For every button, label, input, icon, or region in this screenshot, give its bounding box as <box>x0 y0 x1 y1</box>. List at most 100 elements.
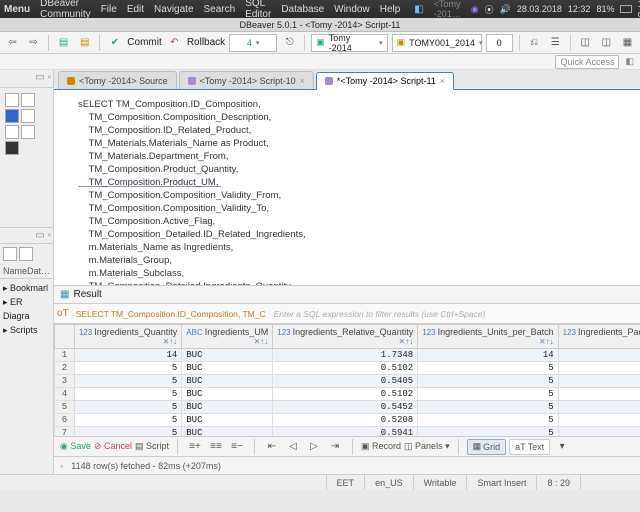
nav-prev-icon[interactable]: ◁ <box>284 438 302 456</box>
nav-first-icon[interactable]: ⇤ <box>263 438 281 456</box>
table-row[interactable]: 65BUC0.520851 <box>55 414 640 427</box>
palette-sw[interactable] <box>19 247 33 261</box>
panels-button[interactable]: ◫ Panels ▾ <box>404 441 450 452</box>
text-view-button[interactable]: aT Text <box>509 439 550 455</box>
nav-back-icon[interactable]: ⇦ <box>4 34 21 52</box>
palette-sw[interactable] <box>5 141 19 155</box>
view-min-icon[interactable]: ▭ ▫ <box>35 230 51 241</box>
view-chev-icon[interactable]: ▾ <box>553 438 571 456</box>
quick-access[interactable]: Quick Access <box>555 55 619 69</box>
tx-icon[interactable]: ⎋ <box>281 34 298 52</box>
result-tab[interactable]: Result <box>73 289 101 300</box>
col-header[interactable]: 123Ingredients_Relative_Quantity⨯↑↓ <box>273 325 418 349</box>
cancel-button[interactable]: ⊘ Cancel <box>94 441 132 452</box>
tool1-icon[interactable]: ⎌ <box>526 34 543 52</box>
palette-sw[interactable] <box>5 125 19 139</box>
os-menubar: Menu DBeaver Community File Edit Navigat… <box>0 0 640 18</box>
menu-edit[interactable]: Edit <box>127 4 144 15</box>
script-button[interactable]: ▤ Script <box>135 441 169 452</box>
editor-tabstrip: <Tomy -2014> Source <Tomy -2014> Script-… <box>54 70 640 90</box>
palette-sw[interactable] <box>21 109 35 123</box>
filter-bar: oT SELECT TM_Composition.ID_Composition,… <box>54 304 640 324</box>
nav-next-icon[interactable]: ▷ <box>305 438 323 456</box>
table-row[interactable]: 35BUC0.540551 <box>55 375 640 388</box>
menu-window[interactable]: Window <box>334 4 370 15</box>
tray-wifi-icon[interactable]: ⦿ <box>485 3 494 16</box>
status-mode: Writable <box>413 475 467 490</box>
tree-erdiagrams[interactable]: ▸ ER Diagra <box>3 295 50 323</box>
table-row[interactable]: 25BUC0.510251 <box>55 362 640 375</box>
col-header[interactable]: ABCIngredients_UM⨯↑↓ <box>182 325 273 349</box>
tray-viber-icon[interactable]: ◉ <box>471 4 479 15</box>
menu-database[interactable]: Database <box>281 4 324 15</box>
nav-fwd-icon[interactable]: ⇨ <box>25 34 42 52</box>
project-tree[interactable]: ▸ Bookmarl ▸ ER Diagra ▸ Scripts <box>0 279 53 339</box>
view-min-icon[interactable]: ▭ ▫ <box>35 72 51 83</box>
palette-sw[interactable] <box>5 93 19 107</box>
select-expression[interactable]: SELECT TM_Composition.ID_Composition, TM… <box>72 309 270 319</box>
rollback-label[interactable]: Rollback <box>187 37 225 48</box>
status-ok-icon: ◦ <box>60 461 63 471</box>
result-tabbar: ▦ Result ▤ Log ▤ Output <box>54 286 640 304</box>
grid-view-button[interactable]: ▦ Grid <box>467 439 507 455</box>
tool3-icon[interactable]: ◫ <box>577 34 594 52</box>
new-conn-icon[interactable]: ▤ <box>55 34 72 52</box>
status-tz: EET <box>326 475 365 490</box>
connection-combo[interactable]: ▣Tomy -2014▾ <box>311 34 387 52</box>
nav-last-icon[interactable]: ⇥ <box>326 438 344 456</box>
status-cursor-pos: 8 : 29 <box>536 475 580 490</box>
palette-sw[interactable] <box>21 93 35 107</box>
limit-spin[interactable]: 0 <box>486 34 513 52</box>
tool4-icon[interactable]: ◫ <box>598 34 615 52</box>
os-brand[interactable]: Menu <box>4 4 30 15</box>
perspective-icon[interactable]: ◧ <box>625 56 634 67</box>
status-locale: en_US <box>364 475 413 490</box>
autocommit-combo[interactable]: 4▾ <box>229 34 277 52</box>
col-header[interactable]: 123Ingredients_Packaging⨯↑↓ <box>558 325 640 349</box>
tab-source[interactable]: <Tomy -2014> Source <box>58 71 177 89</box>
result-grid[interactable]: 123Ingredients_Quantity⨯↑↓ABCIngredients… <box>54 324 640 436</box>
tree-bookmarks[interactable]: ▸ Bookmarl <box>3 281 50 295</box>
close-icon[interactable]: × <box>440 76 445 86</box>
menu-help[interactable]: Help <box>380 4 401 15</box>
tab-script11[interactable]: *<Tomy -2014> Script-11× <box>316 72 454 90</box>
save-button[interactable]: ◉ Save <box>60 441 91 452</box>
table-row[interactable]: 55BUC0.545251 <box>55 401 640 414</box>
database-combo[interactable]: ▣TOMY001_2014▾ <box>392 34 482 52</box>
close-icon[interactable]: × <box>300 76 305 86</box>
palette-sw[interactable] <box>21 125 35 139</box>
table-row[interactable]: 45BUC0.510251 <box>55 388 640 401</box>
menu-sqleditor[interactable]: SQL Editor <box>245 0 271 20</box>
tab-script10[interactable]: <Tomy -2014> Script-10× <box>179 71 314 89</box>
palette-sw[interactable] <box>3 247 17 261</box>
record-button[interactable]: ▣ Record <box>361 441 401 452</box>
palette-sw[interactable] <box>5 109 19 123</box>
tray-vol-icon[interactable]: 🔊 <box>500 4 511 15</box>
menu-navigate[interactable]: Navigate <box>154 4 193 15</box>
filter-input[interactable]: Enter a SQL expression to filter results… <box>270 309 640 319</box>
status-insert: Smart Insert <box>466 475 536 490</box>
tool5-icon[interactable]: ▦ <box>619 34 636 52</box>
table-row[interactable]: 75BUC0.594151 <box>55 427 640 437</box>
edit-del-icon[interactable]: ≡− <box>228 438 246 456</box>
col-header[interactable]: 123Ingredients_Quantity⨯↑↓ <box>74 325 181 349</box>
left-sidebar: ▭ ▫ ▭ ▫ NameDat… ▸ Bookmarl ▸ ER Diagra … <box>0 70 54 474</box>
sql-editor[interactable]: sELECT TM_Composition.ID_Composition, TM… <box>54 90 640 286</box>
commit-label[interactable]: Commit <box>127 37 161 48</box>
new-sql-icon[interactable]: ▤ <box>76 34 93 52</box>
grid-footer: ◉ Save ⊘ Cancel ▤ Script ≡+ ≡≡ ≡− ⇤ ◁ ▷ … <box>54 436 640 456</box>
edit-dup-icon[interactable]: ≡≡ <box>207 438 225 456</box>
table-row[interactable]: 114BUC1.7348141 <box>55 349 640 362</box>
window-title: DBeaver 5.0.1 - <Tomy -2014> Script-11 <box>0 18 640 32</box>
tree-scripts[interactable]: ▸ Scripts <box>3 323 50 337</box>
rollback-icon[interactable]: ↶ <box>166 34 183 52</box>
menu-search[interactable]: Search <box>204 4 236 15</box>
tool2-icon[interactable]: ☰ <box>547 34 564 52</box>
edit-add-icon[interactable]: ≡+ <box>186 438 204 456</box>
menu-app[interactable]: DBeaver Community <box>40 0 91 20</box>
commit-icon[interactable]: ✔ <box>106 34 123 52</box>
menu-file[interactable]: File <box>101 4 117 15</box>
dbeaver-icon: ◧ <box>414 4 423 15</box>
col-header[interactable]: 123Ingredients_Units_per_Batch⨯↑↓ <box>418 325 558 349</box>
app-statusbar: EET en_US Writable Smart Insert 8 : 29 <box>0 474 640 490</box>
